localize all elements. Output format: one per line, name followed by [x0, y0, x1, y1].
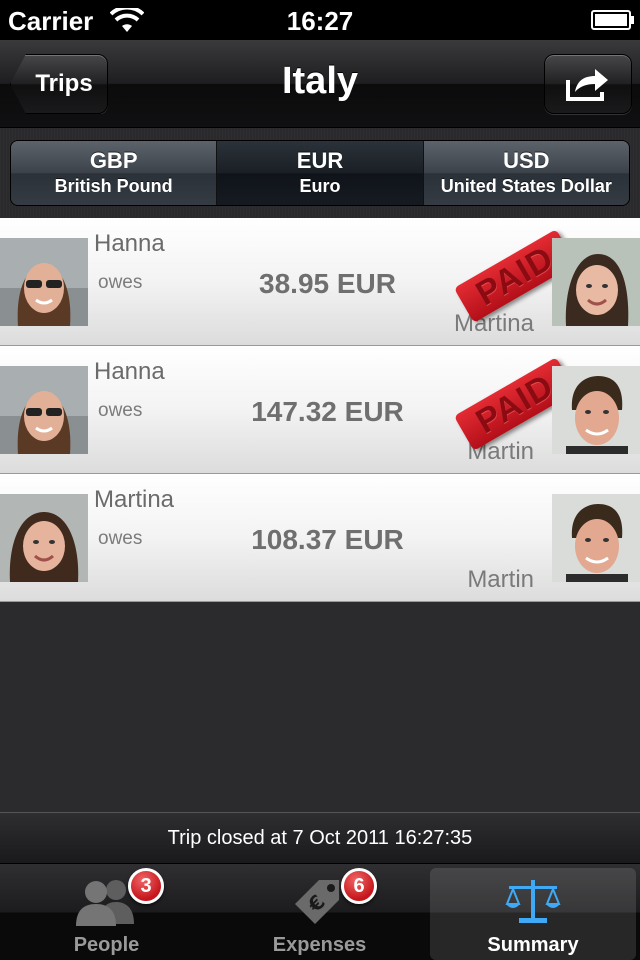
tab-people[interactable]: 3 People — [0, 864, 213, 960]
tab-bar: 3 People € 6 Expenses Summary — [0, 864, 640, 960]
segment-name: Euro — [299, 176, 341, 196]
share-button[interactable] — [544, 54, 632, 114]
avatar-debtor — [0, 494, 88, 582]
battery-icon — [591, 10, 634, 30]
currency-selector-area: GBP British Pound EUR Euro USD United St… — [0, 128, 640, 218]
price-tag-icon: € — [295, 880, 339, 924]
segment-code: USD — [503, 148, 550, 173]
trip-closed-text: Trip closed at 7 Oct 2011 16:27:35 — [167, 827, 473, 849]
segment-code: EUR — [296, 148, 344, 173]
avatar-creditor — [552, 366, 640, 454]
segment-code: GBP — [89, 148, 138, 173]
segment-name: British Pound — [54, 176, 173, 196]
expenses-count-badge: 6 — [341, 868, 377, 904]
status-bar: Carrier 16:27 — [0, 0, 640, 40]
tab-label: People — [73, 934, 140, 956]
creditor-name: Martina — [453, 310, 534, 337]
owes-label: owes — [98, 528, 143, 549]
debtor-name: Martina — [94, 486, 175, 513]
segment-eur[interactable]: EUR Euro — [217, 141, 424, 205]
tab-expenses[interactable]: € 6 Expenses — [213, 864, 426, 960]
owes-label: owes — [98, 272, 143, 293]
debt-amount: 38.95 EUR — [259, 268, 396, 299]
segment-name: United States Dollar — [440, 176, 612, 196]
avatar-debtor — [0, 238, 88, 326]
tab-label: Expenses — [272, 934, 367, 956]
people-count-badge: 3 — [128, 868, 164, 904]
debt-list: Hanna owes 38.95 EUR Martina PAID Hanna … — [0, 218, 640, 602]
avatar-debtor — [0, 366, 88, 454]
avatar-creditor — [552, 494, 640, 582]
debt-row[interactable]: Hanna owes 38.95 EUR Martina PAID — [0, 218, 640, 346]
currency-segmented-control: GBP British Pound EUR Euro USD United St… — [10, 140, 630, 206]
debt-amount: 147.32 EUR — [251, 396, 404, 427]
debtor-name: Hanna — [94, 358, 165, 385]
debt-row[interactable]: Hanna owes 147.32 EUR Martin PAID — [0, 346, 640, 474]
debt-amount: 108.37 EUR — [251, 524, 404, 555]
trip-status-bar: Trip closed at 7 Oct 2011 16:27:35 — [0, 812, 640, 864]
scales-icon — [505, 880, 561, 923]
navigation-bar: Trips Italy — [0, 40, 640, 128]
segment-gbp[interactable]: GBP British Pound — [11, 141, 218, 205]
creditor-name: Martin — [467, 566, 534, 593]
tab-label: Summary — [487, 934, 579, 956]
segment-usd[interactable]: USD United States Dollar — [423, 141, 629, 205]
avatar-creditor — [552, 238, 640, 326]
debtor-name: Hanna — [94, 230, 165, 257]
tab-summary[interactable]: Summary — [430, 868, 636, 960]
share-icon — [566, 69, 608, 101]
owes-label: owes — [98, 400, 143, 421]
status-time: 16:27 — [286, 6, 354, 36]
debt-row[interactable]: Martina owes 108.37 EUR Martin — [0, 474, 640, 602]
